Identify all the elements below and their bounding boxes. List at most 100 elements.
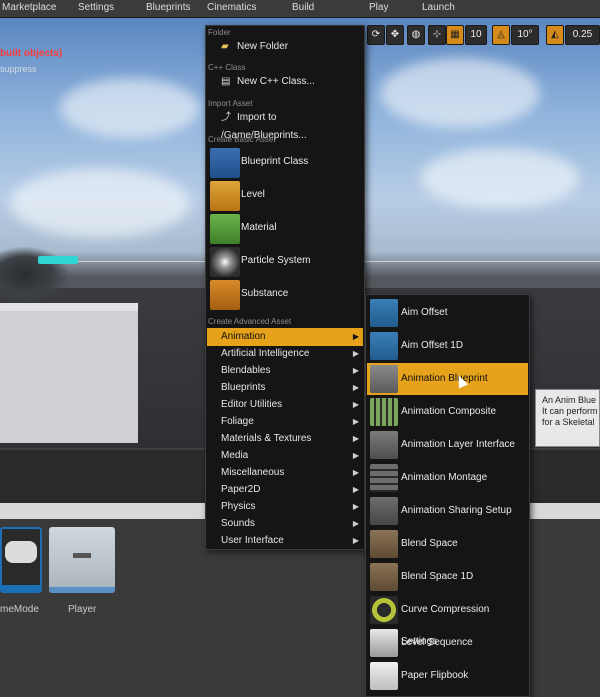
- viewport-warning: built objects): [0, 48, 63, 59]
- sub-animation-montage[interactable]: Animation Montage: [367, 462, 528, 494]
- tooltip-line: It can perform: [542, 406, 598, 416]
- aim-offset-label: Aim Offset: [401, 307, 448, 318]
- level-item[interactable]: Level: [207, 180, 363, 212]
- section-basic: Create Basic Asset: [208, 135, 276, 144]
- blend-space-1d-icon: [370, 563, 398, 591]
- advanced-artificial-intelligence[interactable]: Artificial Intelligence ▶: [207, 345, 363, 363]
- grid-snap-icon[interactable]: ▦: [446, 25, 464, 45]
- section-advanced: Create Advanced Asset: [208, 317, 292, 326]
- chevron-right-icon: ▶: [352, 417, 359, 426]
- animation-label: Animation: [221, 331, 266, 342]
- blueprints-label: Blueprints: [221, 382, 266, 393]
- chevron-right-icon: ▶: [352, 434, 359, 443]
- scale-snap-icon[interactable]: ◭: [546, 25, 564, 45]
- advanced-animation[interactable]: Animation ▶: [207, 328, 363, 346]
- sub-animation-composite[interactable]: Animation Composite: [367, 396, 528, 428]
- advanced-media[interactable]: Media ▶: [207, 447, 363, 465]
- character-weapon: [38, 256, 78, 264]
- animation-layer-interface-icon: [370, 431, 398, 459]
- advanced-foliage[interactable]: Foliage ▶: [207, 413, 363, 431]
- aim-offset-1d-icon: [370, 332, 398, 360]
- advanced-paper2d[interactable]: Paper2D ▶: [207, 481, 363, 499]
- cube-mesh[interactable]: [0, 303, 138, 443]
- animation-layer-interface-label: Animation Layer Interface: [401, 439, 515, 450]
- chevron-right-icon: ▶: [352, 519, 359, 528]
- asset-type-bar: [49, 587, 115, 593]
- sub-blend-space[interactable]: Blend Space: [367, 528, 528, 560]
- sub-blend-space-1d[interactable]: Blend Space 1D: [367, 561, 528, 593]
- surface-snap-icon[interactable]: ⊹: [428, 25, 446, 45]
- advanced-user-interface[interactable]: User Interface ▶: [207, 532, 363, 550]
- toolbar-play[interactable]: Play: [369, 2, 388, 13]
- folder-icon: ▰: [221, 41, 229, 52]
- sub-aim-offset-1d[interactable]: Aim Offset 1D: [367, 330, 528, 362]
- section-folder: Folder: [208, 28, 231, 37]
- new-folder-item[interactable]: ▰ New Folder: [207, 38, 363, 56]
- sub-aim-offset[interactable]: Aim Offset: [367, 297, 528, 329]
- sub-animation-layer-interface[interactable]: Animation Layer Interface: [367, 429, 528, 461]
- advanced-blendables[interactable]: Blendables ▶: [207, 362, 363, 380]
- level-icon: [210, 181, 240, 211]
- import-asset-item[interactable]: ⤴ Import to /Game/Blueprints...: [207, 109, 363, 141]
- viewport-warning-sub: suppress: [0, 64, 37, 74]
- toolbar-launch[interactable]: Launch: [422, 2, 455, 13]
- cpp-class-icon: ▤: [221, 76, 231, 87]
- blend-space-icon: [370, 530, 398, 558]
- blueprint-class-item[interactable]: Blueprint Class: [207, 147, 363, 179]
- advanced-miscellaneous[interactable]: Miscellaneous ▶: [207, 464, 363, 482]
- animation-submenu: Aim Offset Aim Offset 1D Animation Bluep…: [365, 294, 530, 697]
- transform-icon[interactable]: ✥: [386, 25, 404, 45]
- refresh-icon[interactable]: ⟳: [367, 25, 385, 45]
- new-cpp-class-item[interactable]: ▤ New C++ Class...: [207, 73, 363, 91]
- advanced-blueprints[interactable]: Blueprints ▶: [207, 379, 363, 397]
- rotation-snap-value[interactable]: 10°: [511, 25, 539, 45]
- asset-tile-player[interactable]: [49, 527, 115, 593]
- material-item[interactable]: Material: [207, 213, 363, 245]
- rotation-snap-icon[interactable]: ◬: [492, 25, 510, 45]
- advanced-physics[interactable]: Physics ▶: [207, 498, 363, 516]
- asset-tile-gamemode[interactable]: [0, 527, 42, 593]
- blueprint-class-icon: [210, 148, 240, 178]
- advanced-sounds[interactable]: Sounds ▶: [207, 515, 363, 533]
- import-icon: ⤴: [221, 112, 231, 123]
- paper-flipbook-label: Paper Flipbook: [401, 670, 469, 681]
- sub-curve-compression-settings[interactable]: Curve Compression Settings: [367, 594, 528, 647]
- new-cpp-label: New C++ Class...: [237, 76, 315, 87]
- substance-item[interactable]: Substance: [207, 279, 363, 311]
- level-label: Level: [241, 189, 265, 200]
- materials-textures-label: Materials & Textures: [221, 433, 312, 444]
- ai-label: Artificial Intelligence: [221, 348, 310, 359]
- animation-sharing-setup-icon: [370, 497, 398, 525]
- toolbar-blueprints[interactable]: Blueprints: [146, 2, 190, 13]
- blend-space-1d-label: Blend Space 1D: [401, 571, 474, 582]
- substance-icon: [210, 280, 240, 310]
- toolbar-cinematics[interactable]: Cinematics: [207, 2, 256, 13]
- physics-label: Physics: [221, 501, 256, 512]
- sub-animation-blueprint[interactable]: Animation Blueprint: [367, 363, 528, 395]
- toolbar-settings[interactable]: Settings: [78, 2, 114, 13]
- toolbar-build[interactable]: Build: [292, 2, 314, 13]
- sub-paper-flipbook[interactable]: Paper Flipbook: [367, 660, 528, 692]
- main-toolbar: Marketplace Settings Blueprints Cinemati…: [0, 0, 600, 18]
- chevron-right-icon: ▶: [352, 451, 359, 460]
- tooltip-line: for a Skeletal: [542, 417, 595, 427]
- asset-label-player: Player: [68, 604, 97, 615]
- scale-snap-value[interactable]: 0.25: [565, 25, 600, 45]
- material-label: Material: [241, 222, 277, 233]
- sky-cloud: [60, 78, 200, 138]
- grid-snap-value[interactable]: 10: [465, 25, 487, 45]
- sub-level-sequence[interactable]: Level Sequence: [367, 627, 528, 659]
- advanced-materials-textures[interactable]: Materials & Textures ▶: [207, 430, 363, 448]
- globe-icon[interactable]: ◍: [407, 25, 425, 45]
- advanced-editor-utilities[interactable]: Editor Utilities ▶: [207, 396, 363, 414]
- sub-animation-sharing-setup[interactable]: Animation Sharing Setup: [367, 495, 528, 527]
- particle-system-item[interactable]: Particle System: [207, 246, 363, 278]
- chevron-right-icon: ▶: [352, 468, 359, 477]
- section-import: Import Asset: [208, 99, 253, 108]
- toolbar-marketplace[interactable]: Marketplace: [2, 2, 56, 13]
- character-mesh[interactable]: [0, 246, 70, 304]
- section-cpp: C++ Class: [208, 63, 246, 72]
- animation-montage-label: Animation Montage: [401, 472, 488, 483]
- animation-blueprint-icon: [370, 365, 398, 393]
- aim-offset-1d-label: Aim Offset 1D: [401, 340, 464, 351]
